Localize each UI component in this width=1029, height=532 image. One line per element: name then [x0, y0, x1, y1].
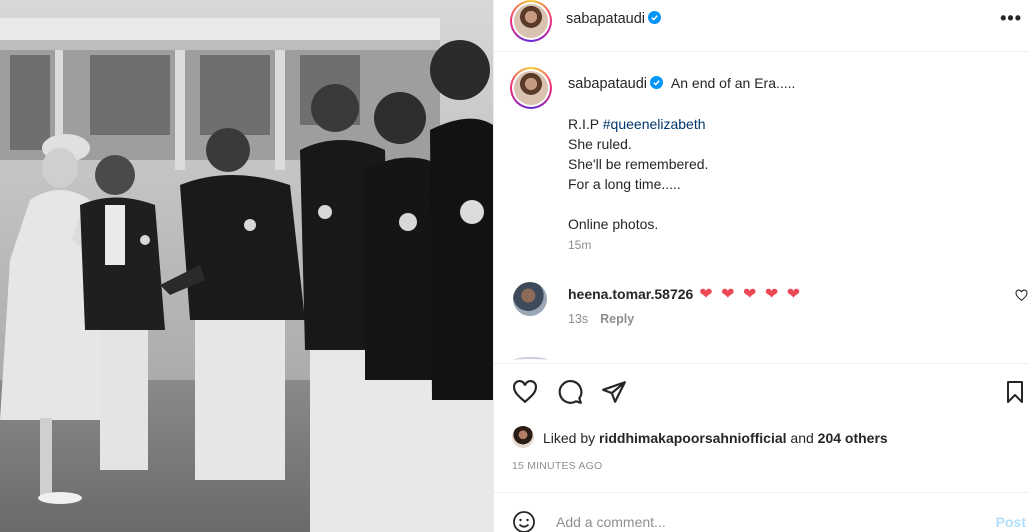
post-comment-button[interactable]: Post — [996, 514, 1026, 530]
likes-count-link[interactable]: 204 others — [818, 430, 888, 446]
caption-line — [568, 194, 708, 214]
bookmark-icon[interactable] — [1003, 379, 1027, 405]
comment-meta: 13s Reply — [568, 312, 634, 326]
reply-button[interactable]: Reply — [600, 312, 634, 326]
author-username[interactable]: sabapataudi — [566, 11, 662, 27]
comment-text: heena.tomar.58726 ❤ ❤ ❤ ❤ ❤ — [568, 284, 802, 304]
author-avatar[interactable] — [510, 0, 552, 42]
comment-item: heena.tomar.58726 ❤ ❤ ❤ ❤ ❤ 13s Reply — [494, 277, 1029, 337]
caption-line: She ruled. — [568, 136, 632, 152]
caption-line: Online photos. — [568, 216, 659, 232]
post-details-panel: sabapataudi ••• sabapataudi An end of an… — [493, 0, 1029, 532]
caption-section: sabapataudi An end of an Era..... R.I.P … — [494, 52, 1029, 362]
next-comment-peek — [514, 357, 548, 362]
hashtag-link[interactable]: #queenelizabeth — [603, 116, 706, 132]
emoji-icon[interactable] — [512, 510, 536, 532]
more-options-button[interactable]: ••• — [1000, 8, 1022, 29]
liker-username[interactable]: riddhimakapoorsahniofficial — [599, 430, 786, 446]
caption-header: sabapataudi An end of an Era..... — [568, 74, 795, 93]
likes-text: Liked by riddhimakapoorsahniofficial and… — [543, 430, 888, 446]
caption-author-avatar[interactable] — [510, 67, 552, 109]
post-image — [0, 0, 493, 532]
caption-line: She'll be remembered. — [568, 156, 709, 172]
verified-badge-icon — [648, 11, 662, 24]
caption-body: R.I.P #queenelizabeth She ruled. She'll … — [568, 114, 708, 234]
share-icon[interactable] — [601, 379, 627, 405]
action-bar — [494, 363, 1029, 423]
comment-icon[interactable] — [557, 379, 583, 405]
caption-line: For a long time..... — [568, 176, 681, 192]
post-photo[interactable] — [0, 0, 493, 532]
verified-badge-icon — [650, 76, 664, 89]
commenter-avatar[interactable] — [513, 282, 547, 316]
add-comment-input[interactable] — [556, 514, 956, 530]
post-timestamp[interactable]: 15 MINUTES AGO — [512, 460, 602, 472]
comment-like-heart-icon[interactable] — [1015, 289, 1028, 302]
post-header: sabapataudi ••• — [494, 0, 1029, 52]
comment-body: ❤ ❤ ❤ ❤ ❤ — [699, 286, 803, 303]
comment-timestamp[interactable]: 13s — [568, 312, 588, 326]
caption-author-username[interactable]: sabapataudi — [568, 76, 647, 92]
caption-title: An end of an Era..... — [670, 75, 796, 91]
caption-timestamp[interactable]: 15m — [568, 238, 591, 252]
commenter-username[interactable]: heena.tomar.58726 — [568, 286, 693, 302]
caption-line: R.I.P #queenelizabeth — [568, 116, 706, 132]
heart-icon[interactable] — [512, 379, 538, 405]
liker-avatar[interactable] — [512, 426, 534, 448]
add-comment-bar: Post — [494, 492, 1029, 532]
